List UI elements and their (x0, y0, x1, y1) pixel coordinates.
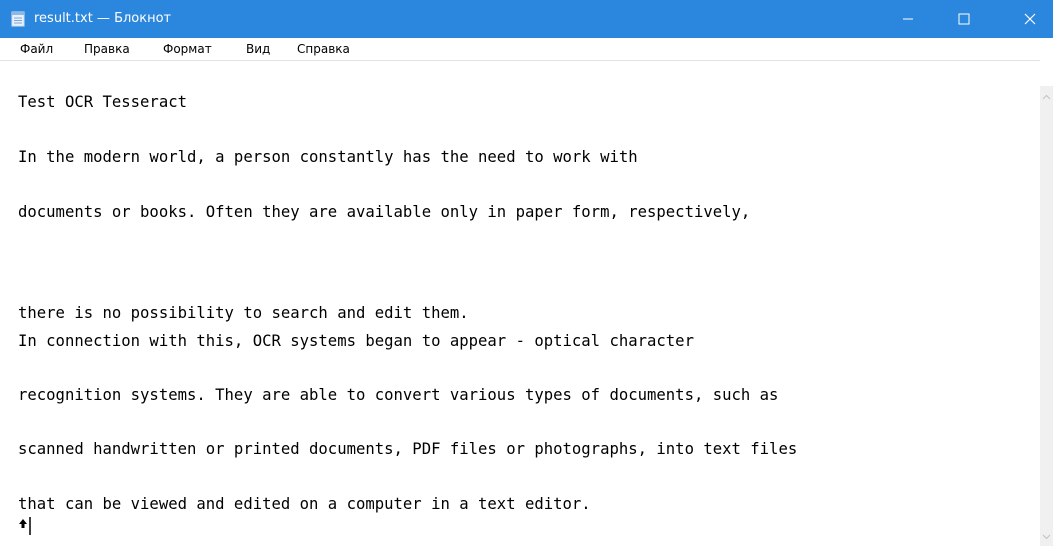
notepad-icon[interactable] (10, 11, 26, 27)
text-line[interactable]: scanned handwritten or printed documents… (18, 439, 797, 459)
minimize-button[interactable] (869, 0, 915, 38)
text-cursor-icon (19, 517, 31, 535)
maximize-icon (958, 13, 970, 25)
text-line[interactable]: In connection with this, OCR systems beg… (18, 331, 694, 351)
minimize-icon (903, 18, 913, 20)
text-line[interactable]: recognition systems. They are able to co… (18, 385, 778, 405)
menu-bar: Файл Правка Формат Вид Справка (0, 38, 1053, 60)
notepad-window: result.txt — Блокнот Файл Правка Формат … (0, 0, 1053, 546)
maximize-button[interactable] (941, 0, 987, 38)
text-line[interactable]: there is no possibility to search and ed… (18, 303, 469, 323)
scroll-down-arrow-icon[interactable] (1042, 532, 1051, 541)
title-bar[interactable]: result.txt — Блокнот (0, 0, 1053, 38)
close-button[interactable] (1007, 0, 1053, 38)
menu-edit[interactable]: Правка (84, 38, 130, 60)
menu-format[interactable]: Формат (163, 38, 212, 60)
close-icon (1024, 13, 1036, 25)
menu-view[interactable]: Вид (246, 38, 270, 60)
menu-help[interactable]: Справка (297, 38, 350, 60)
text-line[interactable]: Test OCR Tesseract (18, 92, 187, 112)
window-title: result.txt — Блокнот (34, 11, 172, 26)
text-line[interactable]: documents or books. Often they are avail… (18, 202, 750, 222)
vertical-scrollbar[interactable] (1040, 86, 1053, 546)
text-editor-area[interactable]: Test OCR Tesseract In the modern world, … (0, 60, 1040, 546)
scroll-up-arrow-icon[interactable] (1042, 93, 1051, 102)
menu-file[interactable]: Файл (20, 38, 53, 60)
text-line[interactable]: that can be viewed and edited on a compu… (18, 494, 591, 514)
text-line[interactable]: In the modern world, a person constantly… (18, 147, 638, 167)
